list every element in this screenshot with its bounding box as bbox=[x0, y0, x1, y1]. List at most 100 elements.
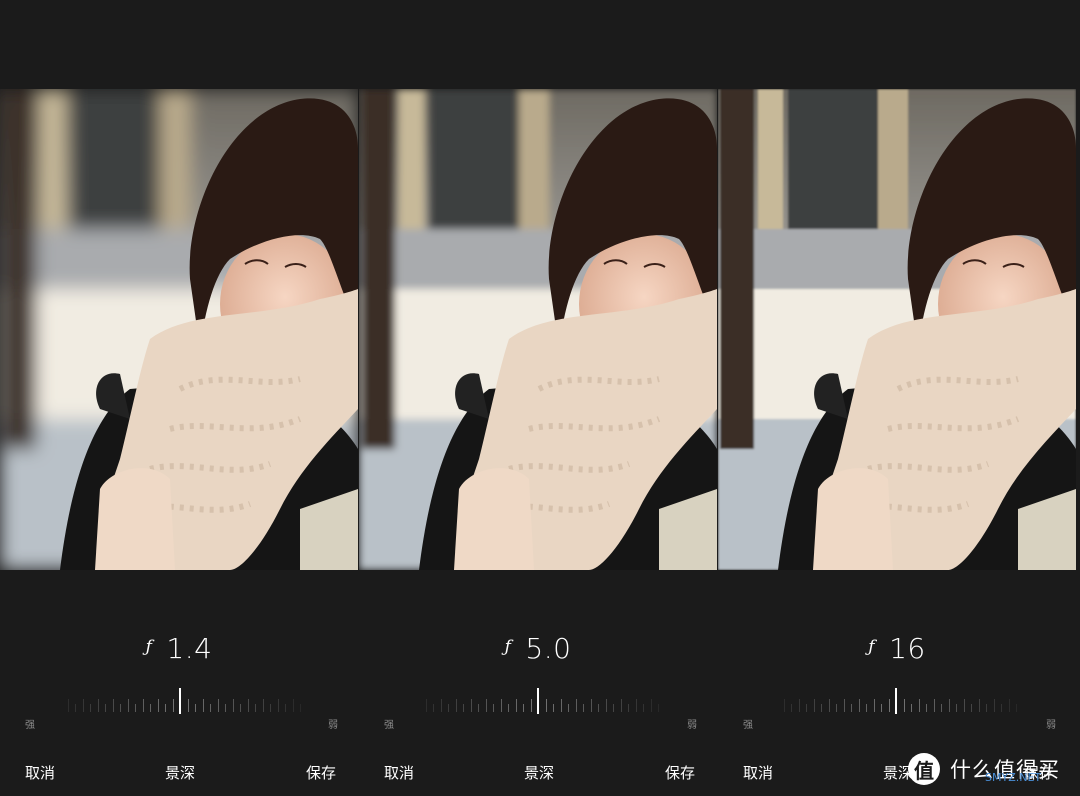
slider-tick bbox=[956, 704, 957, 712]
slider-tick bbox=[426, 699, 427, 712]
slider-tick bbox=[150, 704, 151, 712]
strong-label: 强 bbox=[743, 720, 753, 731]
slider-tick bbox=[531, 699, 532, 712]
aperture-value: 5.0 bbox=[525, 632, 572, 665]
slider-tick bbox=[829, 699, 830, 712]
slider-tick bbox=[926, 704, 927, 712]
slider-tick bbox=[105, 704, 106, 712]
slider-tick bbox=[173, 699, 174, 712]
slider-tick bbox=[75, 704, 76, 712]
slider-tick bbox=[165, 704, 166, 712]
slider-tick bbox=[493, 704, 494, 712]
aperture-readout: ƒ 16 bbox=[868, 632, 926, 665]
aperture-value: 16 bbox=[889, 632, 926, 665]
slider-tick bbox=[143, 699, 144, 712]
slider-tick bbox=[68, 699, 69, 712]
weak-label: 弱 bbox=[328, 720, 338, 731]
save-button[interactable]: 保存 bbox=[665, 762, 695, 783]
slider-tick bbox=[441, 699, 442, 712]
slider-tick bbox=[188, 699, 189, 712]
slider-tick bbox=[448, 704, 449, 712]
watermark-sub: SMYZ.NET bbox=[985, 771, 1042, 784]
slider-tick bbox=[300, 704, 301, 712]
weak-label: 弱 bbox=[687, 720, 697, 731]
aperture-readout: ƒ 1.4 bbox=[145, 632, 213, 665]
cancel-button[interactable]: 取消 bbox=[743, 762, 773, 783]
slider-tick bbox=[621, 699, 622, 712]
weak-label: 弱 bbox=[1046, 720, 1056, 731]
slider-tick bbox=[248, 699, 249, 712]
portrait-image bbox=[718, 89, 1076, 570]
slider-tick bbox=[120, 704, 121, 712]
depth-mode-button[interactable]: 景深 bbox=[524, 762, 554, 783]
slider-tick bbox=[598, 704, 599, 712]
slider-tick bbox=[553, 704, 554, 712]
strong-label: 强 bbox=[384, 720, 394, 731]
slider-tick bbox=[919, 699, 920, 712]
slider-tick bbox=[210, 704, 211, 712]
portrait-image bbox=[0, 89, 358, 570]
slider-tick bbox=[456, 699, 457, 712]
slider-tick bbox=[463, 704, 464, 712]
slider-tick bbox=[979, 699, 980, 712]
slider-tick bbox=[859, 699, 860, 712]
slider-tick bbox=[561, 699, 562, 712]
slider-tick bbox=[135, 704, 136, 712]
slider-tick bbox=[546, 699, 547, 712]
slider-tick bbox=[285, 704, 286, 712]
slider-tick bbox=[576, 699, 577, 712]
slider-tick bbox=[486, 699, 487, 712]
slider-tick bbox=[128, 699, 129, 712]
slider-indicator[interactable] bbox=[179, 688, 181, 714]
panel-3: ƒ 16 强 弱 取消 景深 保存 bbox=[718, 0, 1076, 796]
aperture-slider[interactable] bbox=[0, 686, 358, 714]
slider-tick bbox=[225, 704, 226, 712]
slider-tick bbox=[1001, 704, 1002, 712]
slider-tick bbox=[293, 699, 294, 712]
slider-tick bbox=[941, 704, 942, 712]
slider-tick bbox=[1009, 699, 1010, 712]
slider-tick bbox=[501, 699, 502, 712]
slider-indicator[interactable] bbox=[537, 688, 539, 714]
panel-1: ƒ 1.4 强 弱 取消 景深 保存 bbox=[0, 0, 358, 796]
save-button[interactable]: 保存 bbox=[306, 762, 336, 783]
slider-tick bbox=[270, 704, 271, 712]
slider-tick bbox=[866, 704, 867, 712]
cancel-button[interactable]: 取消 bbox=[384, 762, 414, 783]
slider-tick bbox=[606, 699, 607, 712]
slider-tick bbox=[83, 699, 84, 712]
aperture-slider[interactable] bbox=[359, 686, 717, 714]
slider-tick bbox=[799, 699, 800, 712]
slider-tick bbox=[591, 699, 592, 712]
panel-2: ƒ 5.0 强 弱 取消 景深 保存 bbox=[359, 0, 717, 796]
strong-label: 强 bbox=[25, 720, 35, 731]
aperture-slider[interactable] bbox=[718, 686, 1076, 714]
slider-tick bbox=[203, 699, 204, 712]
slider-tick bbox=[583, 704, 584, 712]
slider-tick bbox=[478, 704, 479, 712]
slider-tick bbox=[263, 699, 264, 712]
slider-tick bbox=[874, 699, 875, 712]
slider-tick bbox=[971, 704, 972, 712]
aperture-readout: ƒ 5.0 bbox=[504, 632, 572, 665]
slider-tick bbox=[636, 699, 637, 712]
slider-tick bbox=[471, 699, 472, 712]
slider-tick bbox=[218, 699, 219, 712]
slider-tick bbox=[233, 699, 234, 712]
cancel-button[interactable]: 取消 bbox=[25, 762, 55, 783]
slider-tick bbox=[90, 704, 91, 712]
slider-tick bbox=[651, 699, 652, 712]
slider-tick bbox=[889, 699, 890, 712]
slider-tick bbox=[508, 704, 509, 712]
slider-tick bbox=[844, 699, 845, 712]
slider-tick bbox=[836, 704, 837, 712]
slider-tick bbox=[628, 704, 629, 712]
slider-tick bbox=[158, 699, 159, 712]
slider-indicator[interactable] bbox=[895, 688, 897, 714]
slider-tick bbox=[255, 704, 256, 712]
slider-tick bbox=[523, 704, 524, 712]
slider-tick bbox=[911, 704, 912, 712]
depth-mode-button[interactable]: 景深 bbox=[165, 762, 195, 783]
aperture-value: 1.4 bbox=[166, 632, 213, 665]
slider-tick bbox=[986, 704, 987, 712]
